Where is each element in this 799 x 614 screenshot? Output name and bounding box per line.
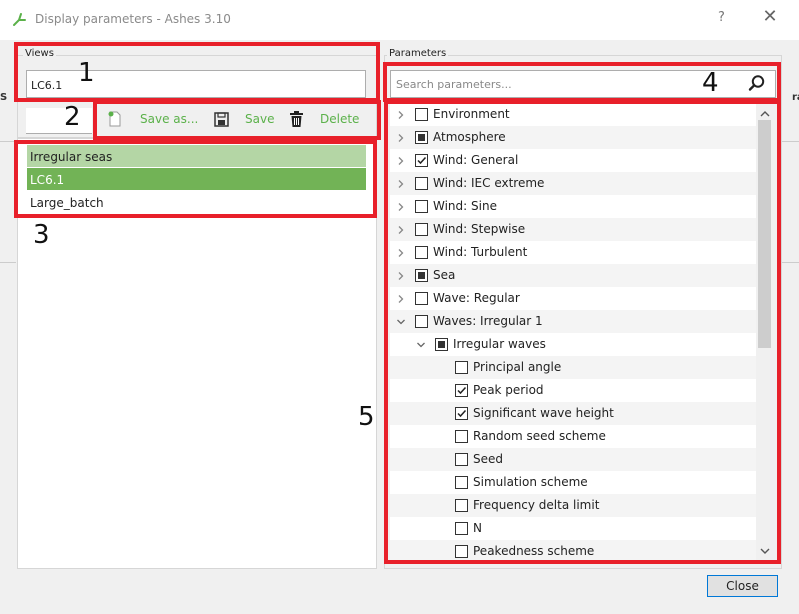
annotation-number-3: 3 <box>33 220 50 250</box>
help-button[interactable]: ? <box>718 10 725 25</box>
window-title: Display parameters - Ashes 3.10 <box>35 12 231 26</box>
ashes-app-icon <box>10 11 28 29</box>
view-filter-field[interactable] <box>26 108 92 134</box>
annotation-box-2 <box>93 100 381 140</box>
annotation-box-4 <box>383 62 781 102</box>
background-line <box>782 262 799 263</box>
annotation-number-2: 2 <box>64 102 81 132</box>
title-bar: Display parameters - Ashes 3.10 ? ✕ <box>0 0 799 40</box>
annotation-box-1 <box>14 42 380 102</box>
background-text-left: S <box>0 92 8 103</box>
window-close-button[interactable]: ✕ <box>760 7 780 27</box>
annotation-box-5 <box>384 100 781 564</box>
annotation-number-1: 1 <box>78 58 95 88</box>
annotation-box-3 <box>14 140 377 218</box>
background-line <box>782 141 799 142</box>
background-line <box>0 262 16 263</box>
close-button[interactable]: Close <box>707 575 778 597</box>
annotation-number-4: 4 <box>702 68 719 98</box>
annotation-number-5: 5 <box>358 402 375 432</box>
background-text-right: ra <box>792 92 799 103</box>
parameters-group-title: Parameters <box>387 48 449 59</box>
